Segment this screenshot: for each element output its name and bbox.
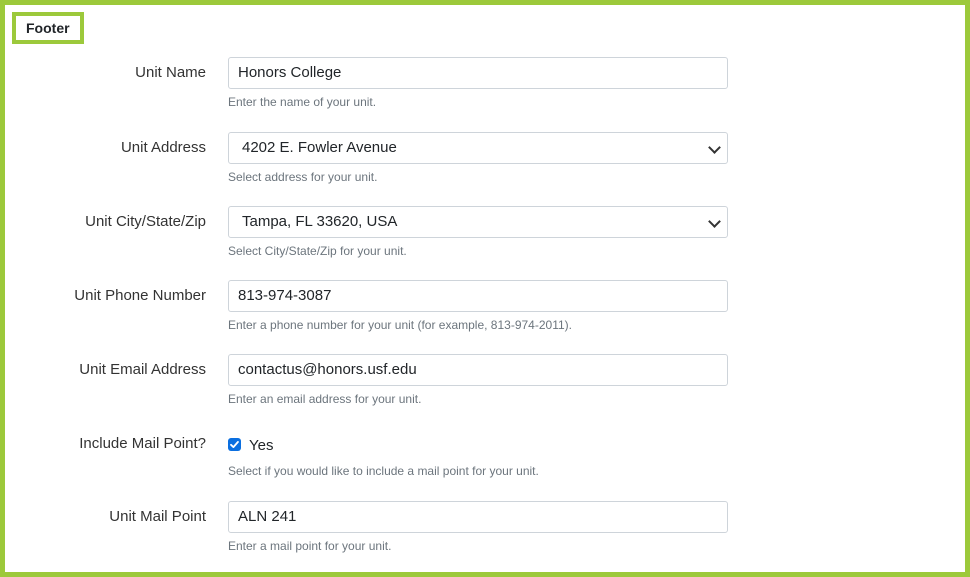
- include-mail-point-yes-label[interactable]: Yes: [249, 437, 273, 454]
- unit-email-label: Unit Email Address: [79, 361, 206, 378]
- unit-phone-help: Enter a phone number for your unit (for …: [228, 318, 572, 332]
- checkmark-icon: [230, 441, 239, 448]
- unit-phone-label: Unit Phone Number: [74, 287, 206, 304]
- unit-city-state-zip-select[interactable]: Tampa, FL 33620, USA: [228, 206, 728, 238]
- fieldset-legend: Footer: [12, 12, 84, 44]
- unit-email-help: Enter an email address for your unit.: [228, 392, 422, 406]
- unit-mail-point-help: Enter a mail point for your unit.: [228, 539, 392, 553]
- unit-address-value: 4202 E. Fowler Avenue: [242, 139, 397, 156]
- include-mail-point-help: Select if you would like to include a ma…: [228, 464, 539, 478]
- chevron-down-icon: [708, 141, 721, 154]
- chevron-down-icon: [708, 215, 721, 228]
- include-mail-point-checkbox[interactable]: [228, 438, 241, 451]
- unit-name-input[interactable]: Honors College: [228, 57, 728, 89]
- unit-mail-point-input[interactable]: ALN 241: [228, 501, 728, 533]
- unit-address-help: Select address for your unit.: [228, 170, 378, 184]
- unit-email-input[interactable]: contactus@honors.usf.edu: [228, 354, 728, 386]
- unit-phone-input[interactable]: 813-974-3087: [228, 280, 728, 312]
- unit-name-help: Enter the name of your unit.: [228, 95, 377, 109]
- unit-mail-point-label: Unit Mail Point: [109, 508, 206, 525]
- include-mail-point-label: Include Mail Point?: [79, 435, 206, 452]
- unit-address-label: Unit Address: [120, 139, 206, 156]
- unit-city-state-zip-help: Select City/State/Zip for your unit.: [228, 244, 407, 258]
- unit-address-select[interactable]: 4202 E. Fowler Avenue: [228, 132, 728, 164]
- unit-name-label: Unit Name: [135, 64, 206, 81]
- unit-city-state-zip-label: Unit City/State/Zip: [85, 213, 206, 230]
- unit-city-state-zip-value: Tampa, FL 33620, USA: [242, 213, 398, 230]
